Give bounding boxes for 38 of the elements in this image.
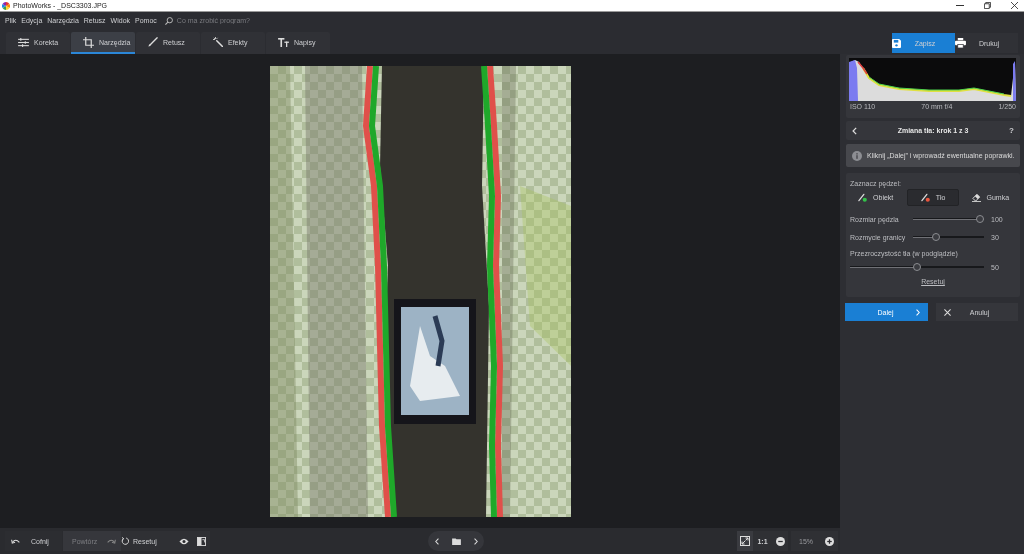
search-icon [164, 16, 173, 25]
brush-icon [858, 193, 868, 202]
crop-icon [83, 36, 94, 48]
compare-button[interactable] [192, 531, 210, 551]
save-icon [892, 38, 901, 48]
zoom-in-button[interactable] [821, 531, 838, 551]
help-button[interactable]: ? [1009, 126, 1014, 135]
slider-thumb[interactable] [931, 233, 940, 241]
app-logo-icon [2, 1, 10, 10]
zoom-out-icon [775, 536, 785, 546]
chevron-right-icon[interactable] [473, 537, 478, 545]
eye-icon [178, 537, 189, 545]
zoom-in-icon [825, 536, 834, 546]
brush-icon [920, 193, 930, 202]
fit-screen-button[interactable] [737, 531, 753, 551]
fit-screen-icon [740, 536, 750, 546]
folder-icon[interactable] [451, 537, 461, 545]
chevron-right-icon [916, 308, 920, 316]
redo-icon [107, 538, 116, 544]
undo-icon [11, 538, 20, 544]
brush-icon [148, 37, 158, 47]
zoom-out-button[interactable] [772, 531, 788, 551]
info-icon [852, 150, 862, 161]
close-icon [944, 308, 951, 316]
magic-wand-icon [213, 37, 223, 47]
slider-thumb[interactable] [976, 215, 984, 223]
chevron-left-icon[interactable] [852, 126, 857, 135]
text-size-icon [278, 37, 289, 47]
reset-icon [121, 537, 129, 545]
close-icon[interactable] [1011, 2, 1018, 9]
slider-track[interactable] [913, 215, 984, 223]
chevron-left-icon[interactable] [434, 537, 439, 545]
compare-icon [196, 536, 206, 546]
eraser-icon [971, 193, 981, 202]
slider-thumb[interactable] [913, 263, 921, 271]
restore-icon[interactable] [984, 2, 991, 9]
print-icon [955, 38, 966, 48]
sliders-icon [18, 37, 29, 47]
